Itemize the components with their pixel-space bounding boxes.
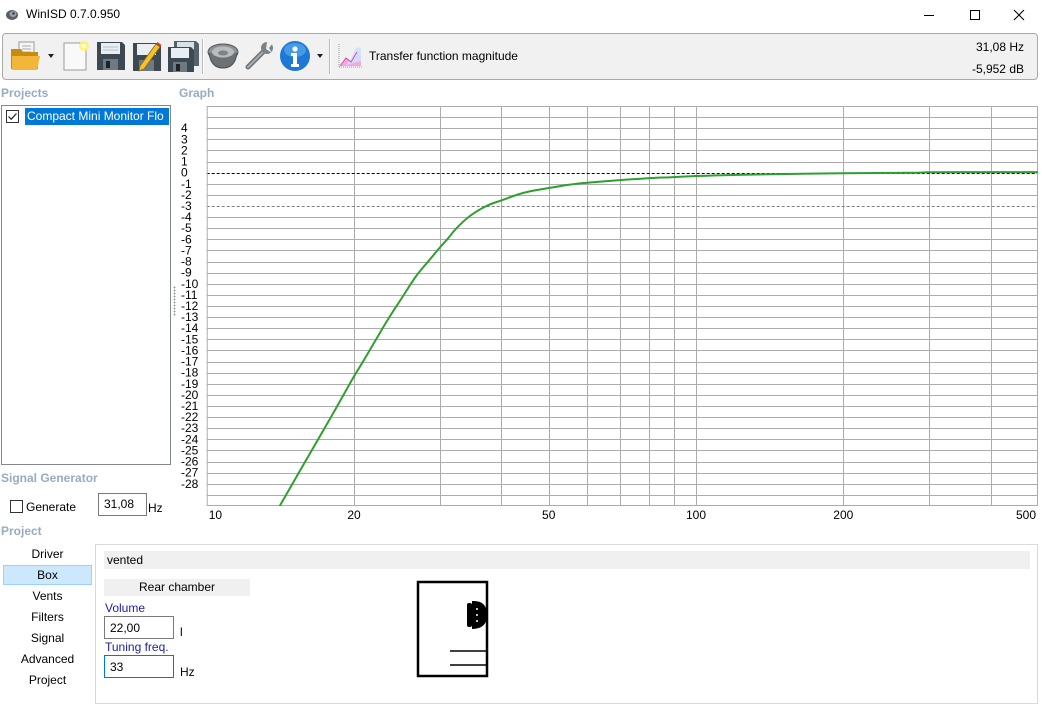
- save-as-button[interactable]: [131, 39, 164, 73]
- toolbar-separator: [329, 39, 331, 74]
- vented-box-diagram: [416, 580, 489, 678]
- graph-heading: Graph: [179, 86, 215, 100]
- volume-input[interactable]: [104, 616, 174, 639]
- maximize-button[interactable]: [952, 0, 998, 29]
- project-visible-checkbox[interactable]: [6, 110, 19, 123]
- project-name[interactable]: Compact Mini Monitor Flo: [25, 108, 169, 125]
- toolbar: Transfer function magnitude 31,08 Hz -5,…: [2, 33, 1038, 80]
- close-icon: [1013, 9, 1025, 20]
- minimize-button[interactable]: [906, 0, 952, 29]
- box-enclosure-outline: [416, 580, 489, 678]
- nav-project[interactable]: Project: [3, 670, 92, 690]
- checkmark-icon: [8, 113, 17, 121]
- nav-driver[interactable]: Driver: [3, 544, 92, 564]
- about-button[interactable]: [279, 39, 311, 73]
- generate-label: Generate: [26, 500, 77, 514]
- x-tick-label: 50: [542, 508, 556, 522]
- tuning-freq-unit: Hz: [180, 665, 195, 679]
- cursor-frequency-readout: 31,08 Hz: [975, 40, 1024, 54]
- transfer-function-graph[interactable]: 43210-1-2-3-4-5-6-7-8-9-10-11-12-13-14-1…: [170, 100, 1042, 530]
- project-list-item[interactable]: Compact Mini Monitor Flo: [2, 106, 170, 127]
- signal-frequency-input[interactable]: [98, 493, 147, 516]
- about-dropdown-arrow[interactable]: [317, 54, 323, 58]
- save-all-icon: [167, 40, 199, 72]
- save-as-icon: [132, 42, 161, 72]
- new-document-icon: [63, 41, 89, 71]
- signal-generator-heading: Signal Generator: [1, 471, 98, 485]
- options-button[interactable]: [243, 39, 277, 73]
- signal-frequency-unit: Hz: [148, 501, 163, 515]
- chart-icon: [338, 44, 362, 68]
- speaker-driver-icon: [207, 43, 239, 69]
- nav-signal[interactable]: Signal: [3, 628, 92, 648]
- project-heading: Project: [1, 524, 42, 538]
- close-button[interactable]: [996, 0, 1042, 29]
- tuning-freq-label: Tuning freq.: [105, 640, 169, 654]
- save-button[interactable]: [95, 39, 127, 73]
- box-type-dropdown[interactable]: vented: [104, 551, 1030, 569]
- x-tick-label: 20: [347, 508, 361, 522]
- generate-checkbox[interactable]: [10, 500, 23, 513]
- maximize-icon: [970, 9, 980, 20]
- save-all-button[interactable]: [166, 39, 200, 73]
- x-tick-label: 10: [209, 508, 223, 522]
- toolbar-separator: [202, 39, 204, 74]
- open-folder-icon: [11, 41, 40, 70]
- graph-selector-label[interactable]: Transfer function magnitude: [369, 49, 518, 63]
- window-title: WinISD 0.7.0.950: [26, 7, 121, 21]
- x-tick-label: 200: [833, 508, 853, 522]
- tuning-freq-input[interactable]: [104, 655, 174, 678]
- x-tick-label: 100: [686, 508, 706, 522]
- driver-editor-button[interactable]: [206, 39, 240, 73]
- graph-selector-button[interactable]: [337, 39, 363, 73]
- y-tick-label: -28: [181, 477, 199, 491]
- open-dropdown-arrow[interactable]: [48, 54, 54, 58]
- volume-label: Volume: [105, 601, 146, 615]
- info-icon: [280, 41, 310, 71]
- rear-chamber-header: Rear chamber: [104, 579, 250, 596]
- new-button[interactable]: [60, 39, 92, 73]
- nav-vents[interactable]: Vents: [3, 586, 92, 606]
- nav-filters[interactable]: Filters: [3, 607, 92, 627]
- nav-box[interactable]: Box: [3, 565, 92, 585]
- app-speaker-icon: [5, 7, 19, 24]
- minimize-icon: [924, 14, 934, 16]
- wrench-icon: [245, 42, 273, 70]
- volume-unit: l: [180, 625, 183, 639]
- projects-list[interactable]: Compact Mini Monitor Flo: [1, 105, 171, 465]
- open-button[interactable]: [9, 39, 43, 73]
- projects-heading: Projects: [1, 86, 49, 100]
- save-icon: [97, 42, 125, 70]
- x-tick-label: 500: [1016, 508, 1036, 522]
- nav-advanced[interactable]: Advanced: [3, 649, 92, 669]
- cursor-value-readout: -5,952 dB: [971, 62, 1024, 76]
